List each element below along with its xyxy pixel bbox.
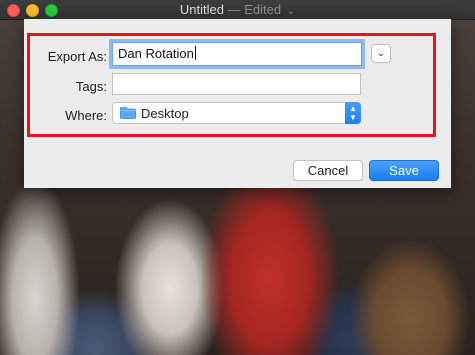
chevron-down-icon: ⌄ bbox=[376, 48, 386, 59]
chevron-up-icon: ▲ bbox=[349, 104, 357, 113]
tags-label: Tags: bbox=[75, 79, 107, 94]
window-titlebar: Untitled — Edited ⌄ bbox=[0, 0, 475, 20]
export-as-field[interactable]: Dan Rotation bbox=[112, 42, 362, 66]
save-button[interactable]: Save bbox=[369, 160, 439, 181]
document-name: Untitled bbox=[179, 2, 224, 17]
window-title[interactable]: Untitled — Edited ⌄ bbox=[0, 2, 475, 17]
cancel-button[interactable]: Cancel bbox=[293, 160, 363, 181]
export-as-value: Dan Rotation bbox=[118, 46, 194, 61]
tags-field[interactable] bbox=[112, 73, 361, 95]
edited-status: — Edited bbox=[227, 2, 282, 17]
where-label: Where: bbox=[65, 108, 107, 123]
where-value: Desktop bbox=[141, 106, 189, 121]
export-as-label: Export As: bbox=[47, 49, 107, 64]
folder-icon bbox=[120, 107, 136, 119]
chevron-down-icon: ▼ bbox=[349, 113, 357, 122]
expand-dialog-button[interactable]: ⌄ bbox=[371, 44, 391, 63]
select-stepper[interactable]: ▲ ▼ bbox=[345, 102, 361, 124]
chevron-down-icon: ⌄ bbox=[286, 6, 296, 17]
where-location-select[interactable]: Desktop ▲ ▼ bbox=[112, 102, 361, 124]
export-dialog: Export As: Dan Rotation ⌄ Tags: Where: D… bbox=[24, 19, 451, 188]
text-cursor bbox=[194, 46, 196, 60]
